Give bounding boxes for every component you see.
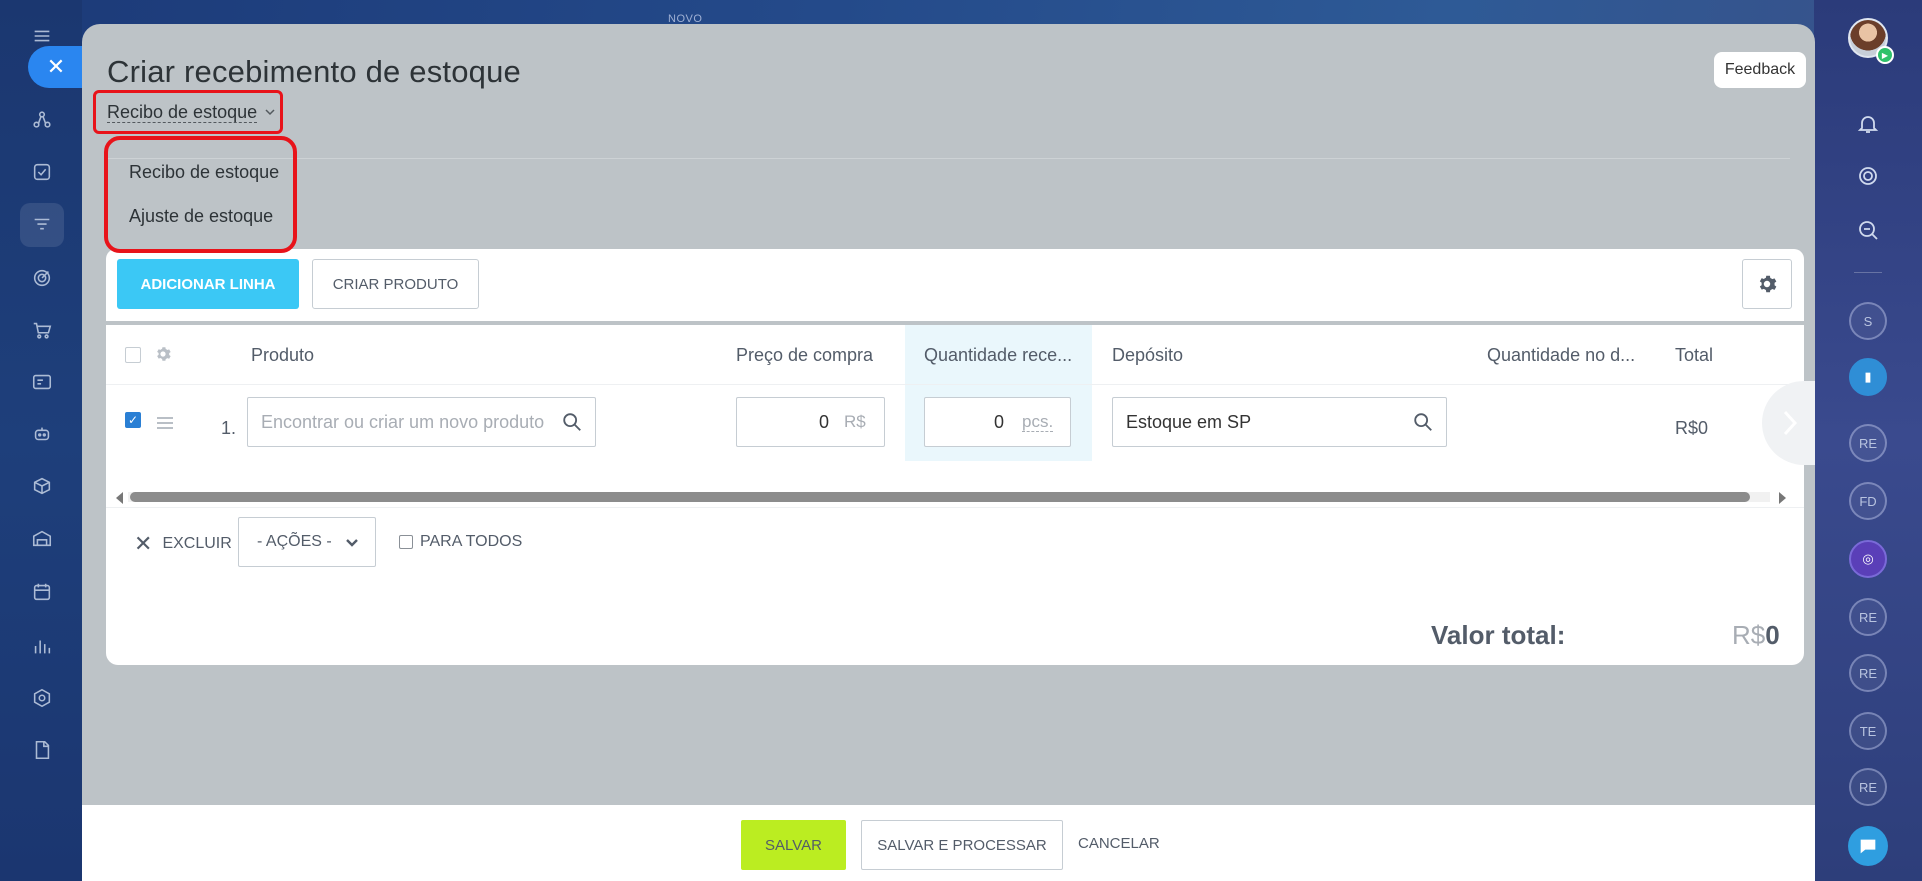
chat-avatar[interactable]: S [1849,302,1887,340]
column-header-total[interactable]: Total [1675,345,1713,366]
delete-button[interactable]: ✕ EXCLUIR [134,531,232,557]
select-all-checkbox[interactable] [125,347,141,363]
chat-avatar[interactable]: RE [1849,768,1887,806]
create-product-button[interactable]: CRIAR PRODUTO [312,259,479,309]
scroll-left-arrow-icon[interactable] [116,492,123,504]
price-value: 0 [819,412,830,432]
search-icon[interactable] [561,411,583,433]
page-title: Criar recebimento de estoque [107,54,521,89]
chat-avatar[interactable]: FD [1849,482,1887,520]
document-type-label: Recibo de estoque [107,101,258,123]
search-sync-icon[interactable] [1852,214,1884,246]
product-placeholder: Encontrar ou criar um novo produto [261,411,545,432]
feedback-button[interactable]: Feedback [1714,52,1806,88]
product-search-input[interactable]: Encontrar ou criar um novo produto [247,397,596,447]
column-header-price[interactable]: Preço de compra [736,345,873,366]
grid-settings-button[interactable] [1742,259,1792,309]
product-toolbar: ADICIONAR LINHA CRIAR PRODUTO [106,249,1804,321]
column-header-qty-in-stock[interactable]: Quantidade no d... [1487,345,1635,366]
save-and-process-button[interactable]: SALVAR E PROCESSAR [861,820,1063,870]
dropdown-item-stock-receipt[interactable]: Recibo de estoque [129,162,279,183]
row-total: R$0 [1675,418,1709,438]
scroll-right-button[interactable] [1762,381,1815,465]
scrollbar-thumb[interactable] [130,492,1750,502]
close-slider-button[interactable]: ✕ [28,46,84,88]
price-input[interactable]: 0 R$ [736,397,885,447]
cancel-button[interactable]: CANCELAR [1078,835,1160,852]
quantity-input[interactable]: 0 pcs. [924,397,1071,447]
product-grid: Produto Preço de compra Quantidade rece.… [106,325,1815,665]
drag-handle-icon[interactable] [157,416,173,429]
quantity-value: 0 [994,412,1005,432]
for-all-label: PARA TODOS [420,533,523,550]
chat-avatar[interactable]: TE [1849,712,1887,750]
dropdown-item-stock-adjustment[interactable]: Ajuste de estoque [129,206,273,227]
crm-funnel-icon[interactable] [20,203,64,247]
right-sidebar: ▶ S ▮ RE FD ◎ RE RE TE RE [1814,0,1922,881]
scroll-right-arrow-icon[interactable] [1779,492,1786,504]
box-icon[interactable] [28,472,56,500]
checkbox[interactable] [399,535,413,549]
bookmark-chat-icon[interactable]: ▮ [1849,358,1887,396]
settings-hex-icon[interactable] [28,684,56,712]
analytics-icon[interactable] [28,632,56,660]
delete-label: EXCLUIR [162,535,232,552]
document-icon[interactable] [28,736,56,764]
online-status-icon: ▶ [1876,46,1894,64]
divider [106,507,1804,508]
actions-select-label: - AÇÕES - [257,533,332,550]
chevron-down-icon [346,539,358,547]
horizontal-scrollbar[interactable] [114,490,1794,504]
column-header-warehouse[interactable]: Depósito [1112,345,1183,366]
copilot-icon[interactable] [1852,160,1884,192]
copilot-chat-icon[interactable]: ◎ [1849,540,1887,578]
chevron-down-icon [265,109,275,116]
warehouse-input[interactable]: Estoque em SP [1112,397,1447,447]
save-button[interactable]: SALVAR [741,820,846,870]
chat-bubble-icon[interactable] [1848,826,1888,866]
footer-bar: SALVAR SALVAR E PROCESSAR CANCELAR [82,805,1815,881]
slider-panel: Criar recebimento de estoque Recibo de e… [82,24,1815,881]
document-type-selector[interactable]: Recibo de estoque [93,90,283,134]
unit-selector[interactable]: pcs. [1022,413,1054,432]
total-value: R$0 [1732,620,1780,651]
warehouse-value: Estoque em SP [1126,411,1252,432]
chat-avatar[interactable]: RE [1849,654,1887,692]
robot-icon[interactable] [28,420,56,448]
row-number: 1. [221,418,237,438]
warehouse-icon[interactable] [28,524,56,552]
actions-select[interactable]: - AÇÕES - [238,517,376,567]
cart-icon[interactable] [28,316,56,344]
chat-avatar[interactable]: RE [1849,598,1887,636]
column-settings-icon[interactable] [154,345,172,363]
grid-header: Produto Preço de compra Quantidade rece.… [106,325,1804,385]
column-header-qty-received[interactable]: Quantidade rece... [924,345,1072,366]
chevron-right-icon [1783,410,1798,436]
close-icon: ✕ [134,531,153,556]
divider [1854,272,1882,273]
left-sidebar [0,0,82,881]
total-label: Valor total: [1431,620,1566,650]
contact-card-icon[interactable] [28,368,56,396]
search-icon[interactable] [1412,411,1434,433]
divider [106,158,1790,159]
add-line-button[interactable]: ADICIONAR LINHA [117,259,299,309]
for-all-checkbox[interactable]: PARA TODOS [399,533,522,551]
total-currency: R$ [1732,620,1766,650]
close-icon: ✕ [46,54,66,79]
notifications-bell-icon[interactable] [1852,108,1884,140]
row-checkbox[interactable]: ✓ [125,412,141,428]
target-icon[interactable] [28,264,56,292]
gear-icon [1759,275,1777,293]
currency-label: R$ [844,412,866,431]
workflow-icon[interactable] [28,106,56,134]
total-amount: 0 [1765,620,1780,650]
chat-avatar[interactable]: RE [1849,424,1887,462]
calendar-icon[interactable] [28,578,56,606]
tasks-icon[interactable] [28,158,56,186]
column-header-product[interactable]: Produto [251,345,314,366]
